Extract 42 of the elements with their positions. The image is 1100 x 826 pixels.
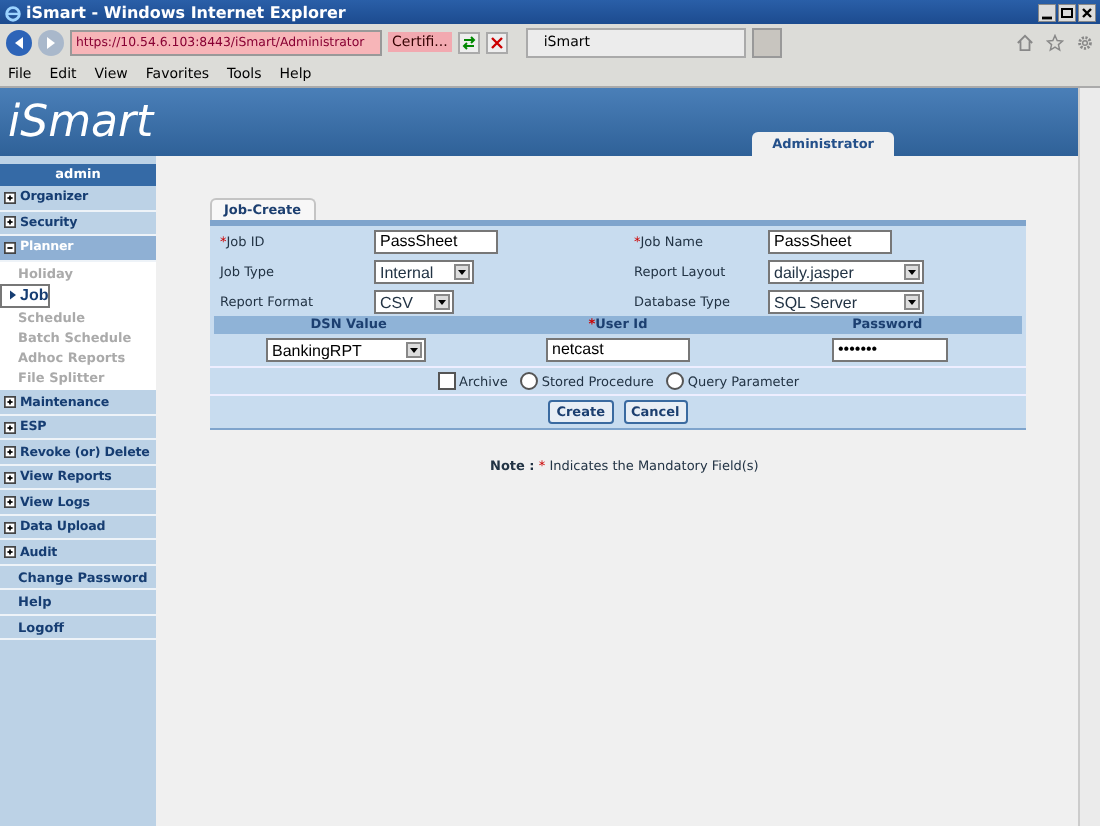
plus-icon <box>4 421 16 434</box>
star-icon[interactable] <box>1046 33 1064 51</box>
text-field[interactable]: netcast <box>546 338 690 362</box>
refresh-icon[interactable] <box>457 31 480 53</box>
pointer-icon <box>10 290 16 301</box>
caret-icon[interactable] <box>454 264 470 280</box>
scrollbar[interactable] <box>1078 88 1100 826</box>
plus-icon <box>4 521 16 534</box>
plus-icon <box>4 216 16 229</box>
dropdown[interactable]: SQL Server <box>768 290 924 314</box>
maximize-button[interactable] <box>1058 3 1076 21</box>
dropdown[interactable]: daily.jasper <box>768 260 924 284</box>
plus-icon <box>4 546 16 559</box>
radio-button[interactable] <box>665 372 684 390</box>
plus-icon <box>4 446 16 459</box>
minus-icon <box>4 241 16 254</box>
close-button[interactable] <box>1078 3 1096 21</box>
caret-icon[interactable] <box>406 342 422 358</box>
dropdown[interactable]: CSV <box>374 290 454 314</box>
stop-icon[interactable] <box>485 31 508 53</box>
browser-logo-icon <box>4 3 22 21</box>
plus-icon <box>4 191 16 204</box>
caret-icon[interactable] <box>904 294 920 310</box>
home-icon[interactable] <box>1016 33 1034 51</box>
window-title: iSmart - Windows Internet Explorer <box>26 3 348 21</box>
caret-icon[interactable] <box>434 294 450 310</box>
dropdown[interactable]: BankingRPT <box>266 338 426 362</box>
logo: iSmart <box>8 97 154 147</box>
checkbox[interactable] <box>437 372 455 390</box>
text-field[interactable]: PassSheet <box>768 230 892 254</box>
plus-icon <box>4 471 16 484</box>
sidebar-subitem[interactable]: Job <box>0 283 51 308</box>
back-button[interactable] <box>6 29 32 55</box>
text-field[interactable]: ••••••• <box>832 338 948 362</box>
plus-icon <box>4 396 16 409</box>
dropdown[interactable]: Internal <box>374 260 474 284</box>
text-field[interactable]: PassSheet <box>374 230 498 254</box>
radio-button[interactable] <box>519 372 538 390</box>
minimize-button[interactable] <box>1038 3 1056 21</box>
plus-icon <box>4 496 16 509</box>
settings-icon[interactable] <box>1076 33 1094 51</box>
caret-icon[interactable] <box>904 264 920 280</box>
